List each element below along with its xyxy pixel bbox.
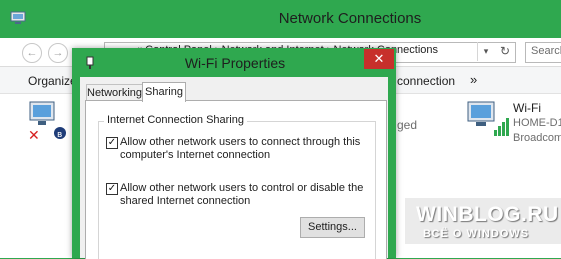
allow-connect-label[interactable]: Allow other network users to connect thr…: [120, 136, 370, 162]
more-commands-button[interactable]: »: [470, 72, 477, 87]
arrow-left-icon: ←: [26, 47, 38, 59]
wifi-adapter-name: Wi-Fi: [513, 101, 541, 115]
allow-control-checkbox[interactable]: ✓: [106, 183, 118, 195]
tab-sharing[interactable]: Sharing: [142, 82, 186, 102]
connection-command[interactable]: connection: [397, 74, 455, 88]
refresh-icon: ↻: [499, 44, 511, 58]
network-app-icon: [10, 11, 26, 24]
wifi-network-name: HOME-D12: [513, 117, 561, 129]
wifi-adapter-icon[interactable]: [466, 100, 510, 140]
organize-menu[interactable]: Organize: [28, 74, 77, 88]
svg-text:✕: ✕: [28, 128, 40, 144]
search-placeholder: Search: [531, 45, 561, 57]
svg-text:ʙ: ʙ: [57, 130, 62, 140]
checkmark-icon: ✓: [107, 137, 117, 148]
dialog-title: Wi-Fi Properties: [184, 55, 286, 71]
tab-networking[interactable]: Networking: [86, 84, 143, 101]
forward-button[interactable]: →: [48, 43, 68, 63]
disconnected-adapter-icon[interactable]: ✕ ʙ: [24, 100, 70, 144]
adapter-icon: [86, 56, 94, 69]
checkmark-icon: ✓: [107, 183, 117, 194]
close-button[interactable]: ✕: [364, 49, 394, 69]
watermark-title: WINBLOG.RU: [416, 203, 559, 226]
allow-connect-checkbox[interactable]: ✓: [106, 137, 118, 149]
refresh-button[interactable]: ↻: [496, 42, 514, 61]
close-icon: ✕: [373, 51, 385, 66]
allow-control-label[interactable]: Allow other network users to control or …: [120, 182, 370, 208]
chevron-down-icon: ▾: [483, 46, 489, 56]
wifi-device-name: Broadcom: [513, 132, 561, 144]
adapter-status-text: ged: [397, 118, 418, 132]
arrow-right-icon: →: [52, 47, 64, 59]
settings-button[interactable]: Settings...: [300, 217, 365, 238]
address-dropdown-button[interactable]: ▾: [477, 42, 494, 61]
group-label: Internet Connection Sharing: [104, 114, 247, 126]
back-button[interactable]: ←: [22, 43, 42, 63]
window-title: Network Connections: [278, 10, 422, 27]
watermark-subtitle: ВСЁ О WINDOWS: [423, 228, 530, 240]
